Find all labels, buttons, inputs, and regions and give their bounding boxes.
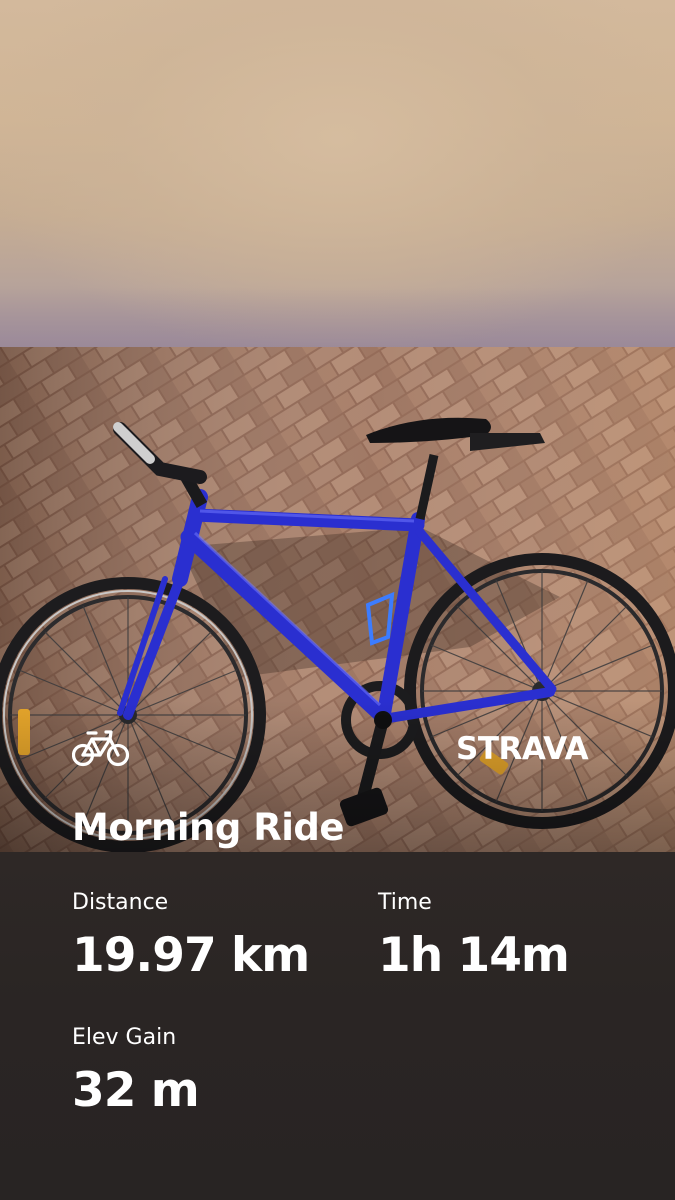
blurred-photo-background [0, 0, 675, 347]
activity-title: Morning Ride [72, 806, 344, 849]
bike-photo [0, 347, 675, 852]
elevation-value: 32 m [72, 1063, 200, 1118]
svg-text:STRAVA: STRAVA [456, 731, 589, 765]
time-value: 1h 14m [378, 928, 570, 983]
time-label: Time [378, 890, 432, 915]
strava-logo: STRAVA [456, 731, 589, 765]
distance-value: 19.97 km [72, 928, 310, 983]
bicycle-icon [72, 730, 130, 767]
distance-label: Distance [72, 890, 169, 915]
elevation-label: Elev Gain [72, 1025, 177, 1050]
